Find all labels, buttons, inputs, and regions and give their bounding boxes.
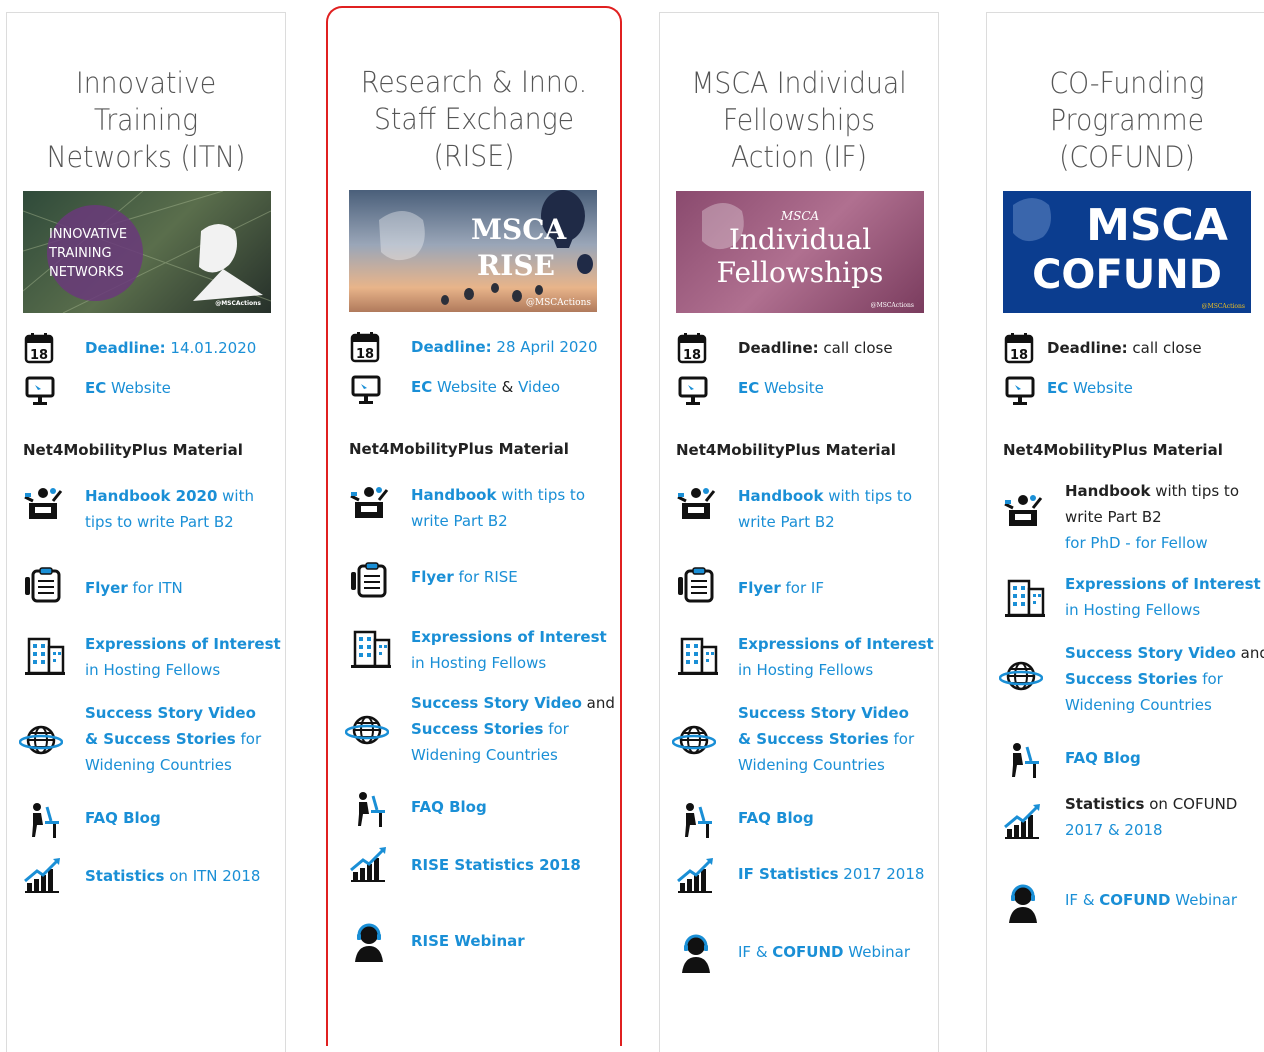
section-heading: Net4MobilityPlus Material (23, 441, 243, 459)
rise-banner-image[interactable]: MSCA RISE @MSCActions (349, 190, 597, 312)
monitor-icon (676, 373, 710, 407)
globe-icon (672, 718, 716, 762)
chart-icon (349, 844, 389, 884)
section-heading: Net4MobilityPlus Material (676, 441, 896, 459)
chart-icon (676, 855, 716, 895)
itn-title: Innovative Training Networks (ITN) (46, 66, 246, 174)
monitor-icon (349, 372, 383, 406)
headset-icon (676, 933, 716, 973)
chart-icon (23, 855, 63, 895)
if-title: MSCA Individual Fellowships Action (IF) (691, 66, 907, 174)
toolbox-icon (676, 483, 716, 523)
ec-website-link[interactable]: Website (111, 379, 171, 397)
clipboard-icon (23, 565, 63, 605)
video-link[interactable]: Video (518, 378, 560, 396)
if-banner-image[interactable]: MSCA Individual Fellowships @MSCActions (676, 191, 924, 313)
desk-worker-icon (23, 801, 63, 841)
if-card: MSCA Individual Fellowships Action (IF) MS… (659, 12, 939, 1052)
calendar-icon (349, 330, 383, 364)
clipboard-icon (676, 565, 716, 605)
building-icon (676, 633, 720, 677)
globe-icon (345, 708, 389, 752)
calendar-icon (1003, 331, 1037, 365)
handbook-phd-link[interactable]: for PhD (1065, 534, 1121, 552)
headset-icon (349, 922, 389, 962)
monitor-icon (1003, 373, 1037, 407)
ec-website-link[interactable]: Website (1073, 379, 1133, 397)
building-icon (1003, 575, 1047, 619)
ec-website-link[interactable]: Website (764, 379, 824, 397)
calendar-icon (23, 331, 57, 365)
section-heading: Net4MobilityPlus Material (349, 440, 569, 458)
desk-worker-icon (1003, 741, 1043, 781)
building-icon (23, 633, 67, 677)
section-heading: Net4MobilityPlus Material (1003, 441, 1223, 459)
cofund-banner-image[interactable]: MSCA COFUND @MSCActions (1003, 191, 1251, 313)
globe-icon (19, 718, 63, 762)
ec-website-link[interactable]: Website (437, 378, 497, 396)
itn-banner-image[interactable]: INNOVATIVE TRAINING NETWORKS @MSCActions (23, 191, 271, 313)
desk-worker-icon (676, 801, 716, 841)
headset-icon (1003, 883, 1043, 923)
toolbox-icon (23, 483, 63, 523)
monitor-icon (23, 373, 57, 407)
cofund-title: CO-Funding Programme (COFUND) (1049, 66, 1205, 174)
rise-card: Research & Inno. Staff Exchange (RISE) MSC… (326, 6, 622, 1046)
itn-card: Innovative Training Networks (ITN) INNOVAT… (6, 12, 286, 1052)
toolbox-icon (349, 482, 389, 522)
calendar-icon (676, 331, 710, 365)
chart-icon (1003, 801, 1043, 841)
desk-worker-icon (349, 790, 389, 830)
clipboard-icon (349, 560, 389, 600)
globe-icon (999, 654, 1043, 698)
handbook-fellow-link[interactable]: for Fellow (1135, 534, 1207, 552)
cofund-card: CO-Funding Programme (COFUND) MSCA COFUND … (986, 12, 1264, 1052)
toolbox-icon (1003, 490, 1043, 530)
building-icon (349, 626, 393, 670)
rise-title: Research & Inno. Staff Exchange (RISE) (360, 65, 588, 173)
